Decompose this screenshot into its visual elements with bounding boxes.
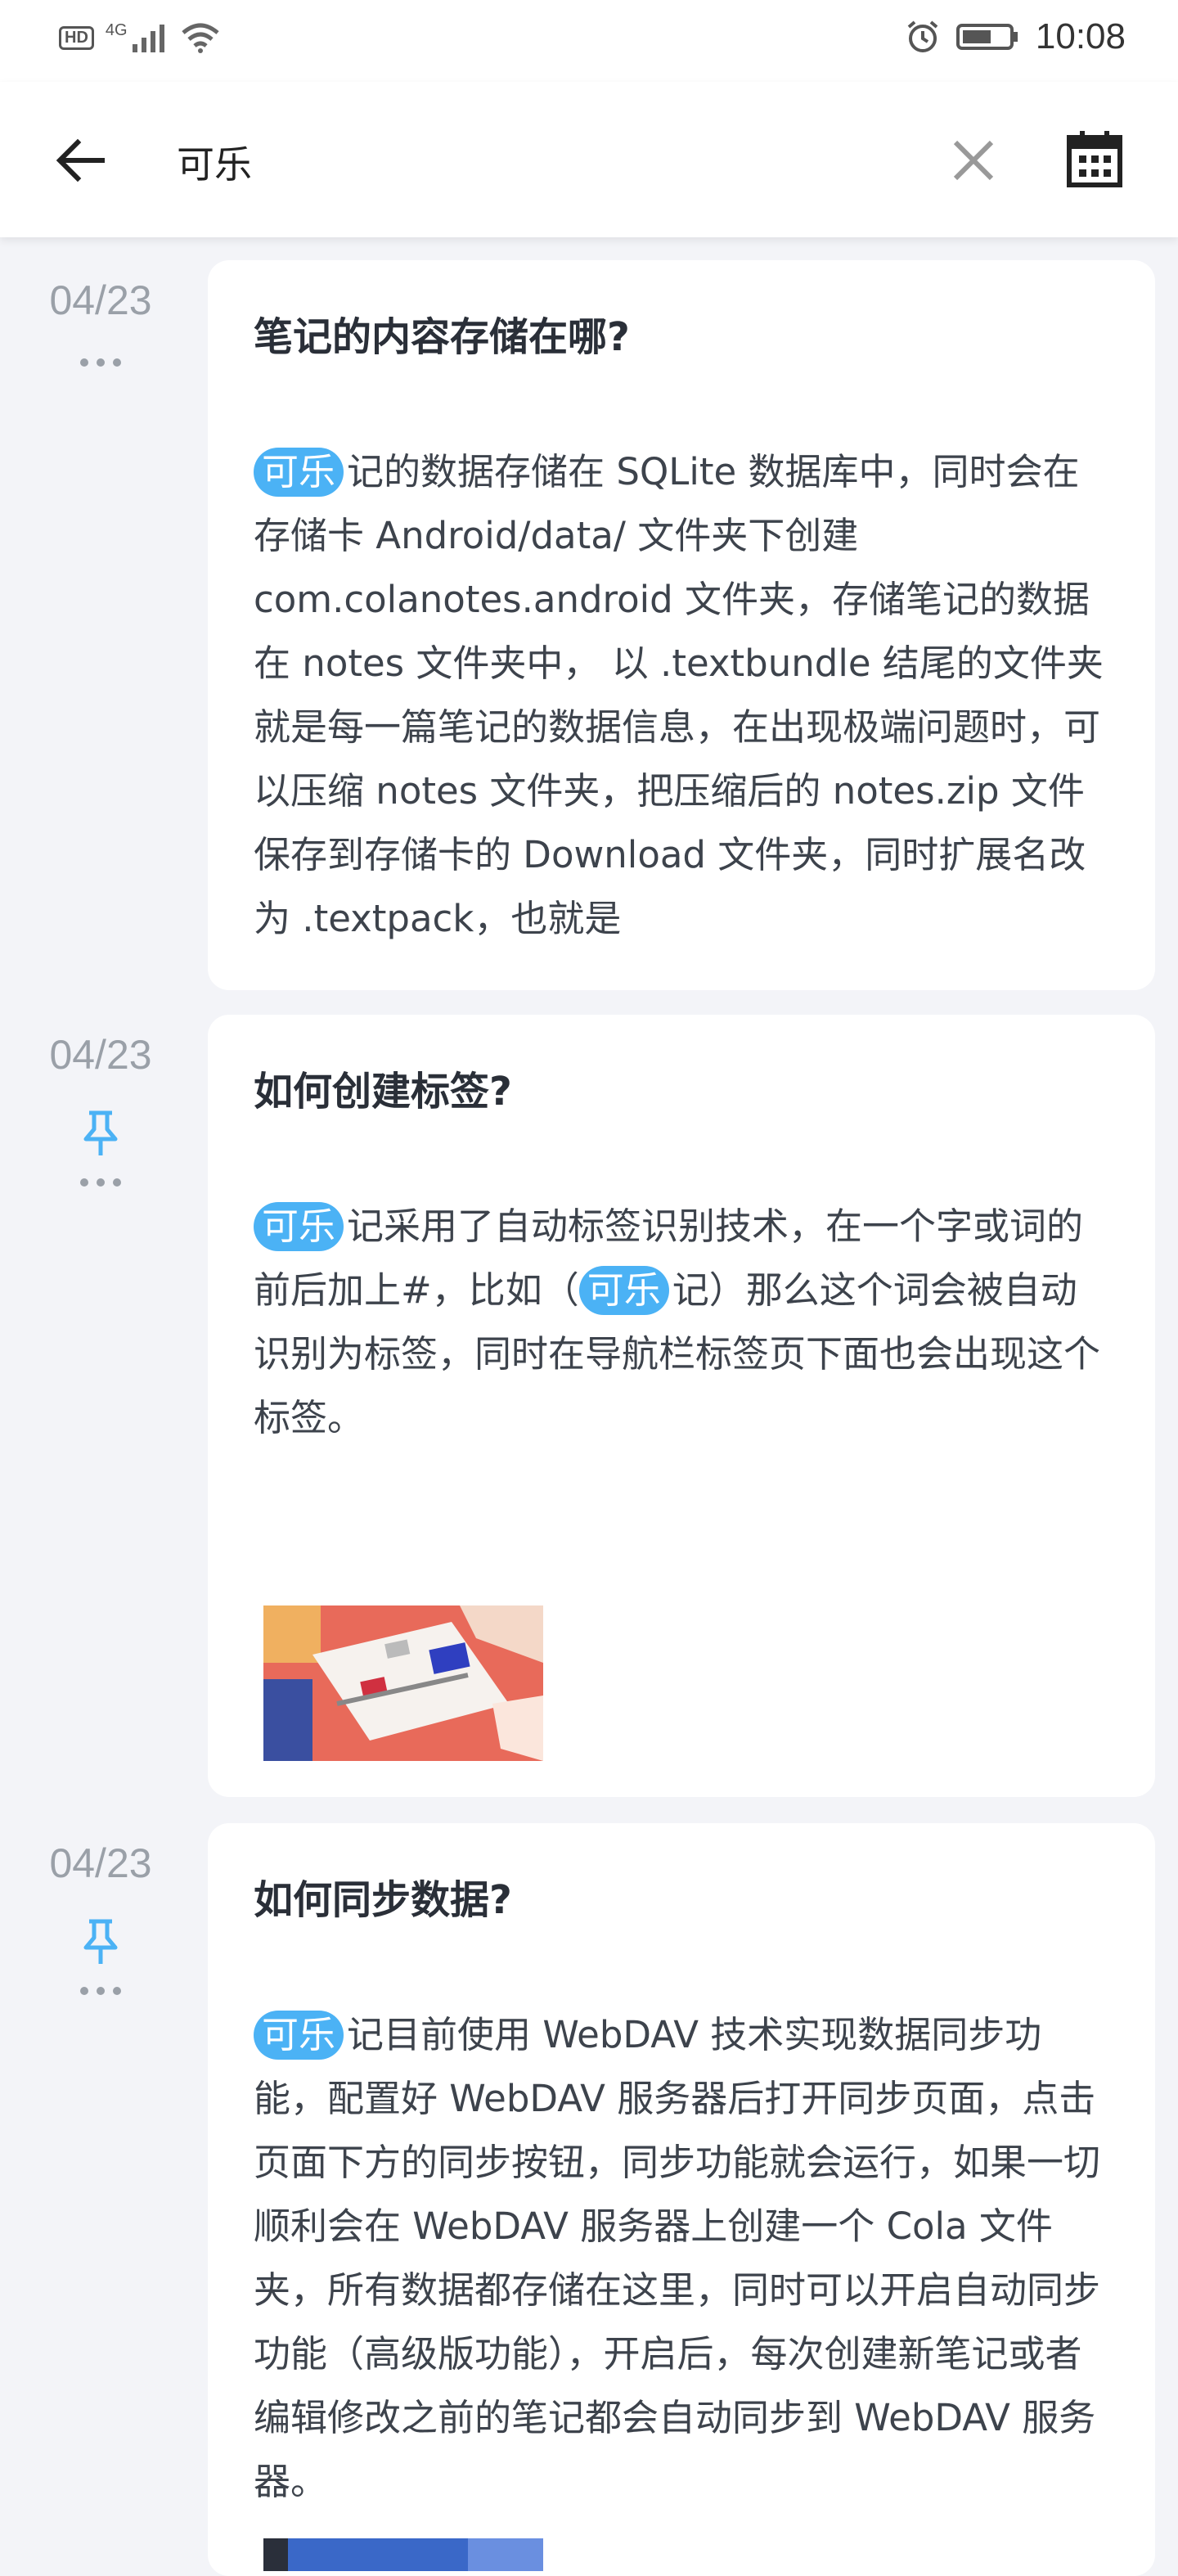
note-date-column: 04/23 [25, 260, 177, 368]
network-label: 4G [105, 20, 128, 39]
search-highlight: 可乐 [254, 448, 344, 497]
note-text: 记目前使用 WebDAV 技术实现数据同步功能，配置好 WebDAV 服务器后打… [254, 2013, 1101, 2503]
note-body: 可乐 记采用了自动标签识别技术，在一个字或词的前后加上#，比如（ 可乐 记）那么这个词… [254, 1195, 1109, 1450]
search-header [0, 82, 1178, 237]
status-time: 10:08 [1035, 16, 1126, 56]
note-body: 可乐 记目前使用 WebDAV 技术实现数据同步功能，配置好 WebDAV 服务器… [254, 2003, 1109, 2514]
note-title: 如何创建标签? [254, 1069, 512, 1115]
note-body: 可乐 记的数据存储在 SQLite 数据库中，同时会在存储卡 Android/da… [254, 440, 1109, 951]
hd-badge: HD [59, 25, 94, 50]
note-text: 记的数据存储在 SQLite 数据库中，同时会在存储卡 Android/data… [254, 450, 1104, 940]
calendar-icon [1067, 131, 1122, 187]
wifi-icon [181, 23, 219, 53]
search-input[interactable] [177, 131, 913, 193]
more-options-icon[interactable] [79, 1985, 123, 1997]
search-highlight: 可乐 [578, 1266, 669, 1315]
back-arrow-icon [56, 138, 105, 182]
clear-x-icon [953, 140, 994, 181]
battery-icon [955, 24, 1018, 50]
note-date-column: 04/23 [25, 1015, 177, 1188]
note-date: 04/23 [49, 1840, 152, 1886]
pin-icon [83, 1110, 118, 1155]
note-image-thumbnail[interactable] [263, 2538, 543, 2571]
more-options-icon[interactable] [79, 1177, 123, 1188]
note-card[interactable]: 笔记的内容存储在哪? 可乐 记的数据存储在 SQLite 数据库中，同时会在存储卡… [208, 260, 1155, 990]
back-button[interactable] [47, 128, 113, 193]
note-title: 如何同步数据? [254, 1877, 512, 1923]
alarm-icon [907, 20, 938, 52]
note-title: 笔记的内容存储在哪? [254, 314, 630, 360]
note-card[interactable]: 如何同步数据? 可乐 记目前使用 WebDAV 技术实现数据同步功能，配置好 We… [208, 1823, 1155, 2576]
more-options-icon[interactable] [79, 357, 123, 368]
signal-icon [132, 25, 164, 52]
note-date-column: 04/23 [25, 1823, 177, 1997]
status-bar: HD 4G 10:08 [0, 0, 1178, 82]
pin-icon [83, 1919, 118, 1964]
calendar-button[interactable] [1060, 124, 1129, 193]
note-date: 04/23 [49, 277, 152, 323]
note-card[interactable]: 如何创建标签? 可乐 记采用了自动标签识别技术，在一个字或词的前后加上#，比如（可… [208, 1015, 1155, 1797]
status-left: HD 4G [59, 21, 221, 54]
search-highlight: 可乐 [254, 2011, 344, 2060]
status-right: 10:08 [905, 16, 1126, 57]
search-highlight: 可乐 [254, 1202, 344, 1251]
clear-search-button[interactable] [941, 128, 1006, 193]
note-date: 04/23 [49, 1032, 152, 1078]
note-image-thumbnail[interactable] [263, 1605, 543, 1761]
